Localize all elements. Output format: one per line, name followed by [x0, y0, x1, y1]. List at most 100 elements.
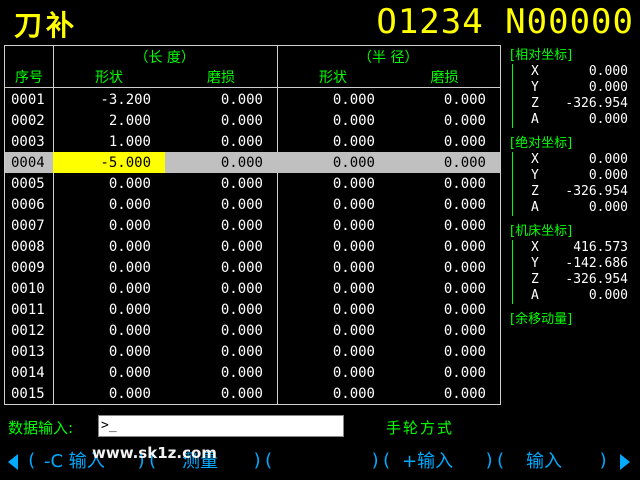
radius-shape-cell[interactable]: 0.000 [277, 110, 389, 131]
abs-x-value: 0.000 [588, 152, 628, 167]
length-shape-cell[interactable]: -3.200 [53, 89, 165, 110]
length-shape-cell[interactable]: 0.000 [53, 278, 165, 299]
length-shape-cell[interactable]: -5.000 [53, 152, 165, 173]
radius-wear-cell[interactable]: 0.000 [389, 173, 500, 194]
length-shape-cell[interactable]: 0.000 [53, 299, 165, 320]
offset-index-cell: 0005 [11, 175, 45, 192]
radius-wear-cell[interactable]: 0.000 [389, 194, 500, 215]
radius-shape-cell[interactable]: 0.000 [277, 236, 389, 257]
abs-z-value: -326.954 [565, 184, 628, 199]
softkey-input[interactable]: 输入 [526, 448, 562, 476]
radius-shape-cell[interactable]: 0.000 [277, 362, 389, 383]
length-wear-cell[interactable]: 0.000 [165, 89, 277, 110]
machine-coords-values: X 416.573 Y -142.686 Z -326.954 A 0.000 [512, 240, 638, 304]
table-row[interactable]: 0010 0.000 0.000 0.000 0.000 [5, 278, 500, 299]
table-row[interactable]: 0014 0.000 0.000 0.000 0.000 [5, 362, 500, 383]
table-row[interactable]: 0002 2.000 0.000 0.000 0.000 [5, 110, 500, 131]
length-wear-cell[interactable]: 0.000 [165, 110, 277, 131]
table-row[interactable]: 0001 -3.200 0.000 0.000 0.000 [5, 89, 500, 110]
table-row[interactable]: 0003 1.000 0.000 0.000 0.000 [5, 131, 500, 152]
length-shape-cell[interactable]: 0.000 [53, 173, 165, 194]
table-row[interactable]: 0008 0.000 0.000 0.000 0.000 [5, 236, 500, 257]
table-row[interactable]: 0015 0.000 0.000 0.000 0.000 [5, 383, 500, 404]
radius-wear-cell[interactable]: 0.000 [389, 383, 500, 404]
length-shape-cell[interactable]: 0.000 [53, 215, 165, 236]
radius-shape-cell[interactable]: 0.000 [277, 278, 389, 299]
group-radius-header: （半 径） [358, 49, 419, 66]
mach-z-value: -326.954 [565, 272, 628, 287]
table-row[interactable]: 0007 0.000 0.000 0.000 0.000 [5, 215, 500, 236]
length-wear-cell[interactable]: 0.000 [165, 257, 277, 278]
length-wear-cell[interactable]: 0.000 [165, 362, 277, 383]
table-row[interactable]: 0006 0.000 0.000 0.000 0.000 [5, 194, 500, 215]
table-row[interactable]: 0005 0.000 0.000 0.000 0.000 [5, 173, 500, 194]
radius-shape-cell[interactable]: 0.000 [277, 383, 389, 404]
rel-a-value: 0.000 [588, 112, 628, 127]
table-row-selected[interactable]: 0004 -5.000 0.000 0.000 0.000 [5, 152, 500, 173]
radius-shape-cell[interactable]: 0.000 [277, 341, 389, 362]
length-shape-cell[interactable]: 0.000 [53, 320, 165, 341]
length-shape-cell[interactable]: 0.000 [53, 362, 165, 383]
table-row[interactable]: 0012 0.000 0.000 0.000 0.000 [5, 320, 500, 341]
col-wear-header: 磨损 [207, 70, 235, 86]
length-shape-cell[interactable]: 0.000 [53, 236, 165, 257]
softkey-bracket-icon: ( [26, 450, 37, 471]
radius-shape-cell[interactable]: 0.000 [277, 299, 389, 320]
radius-shape-cell[interactable]: 0.000 [277, 215, 389, 236]
data-input-field[interactable]: >_ [98, 415, 344, 437]
length-wear-cell[interactable]: 0.000 [165, 152, 277, 173]
relative-coords-values: X 0.000 Y 0.000 Z -326.954 A 0.000 [512, 64, 638, 128]
radius-wear-cell[interactable]: 0.000 [389, 362, 500, 383]
radius-shape-cell[interactable]: 0.000 [277, 89, 389, 110]
length-wear-cell[interactable]: 0.000 [165, 236, 277, 257]
length-shape-cell[interactable]: 0.000 [53, 194, 165, 215]
absolute-coords-values: X 0.000 Y 0.000 Z -326.954 A 0.000 [512, 152, 638, 216]
radius-wear-cell[interactable]: 0.000 [389, 299, 500, 320]
radius-wear-cell[interactable]: 0.000 [389, 215, 500, 236]
next-page-arrow-icon[interactable] [620, 454, 630, 470]
offset-index-cell: 0004 [11, 154, 45, 171]
radius-shape-cell[interactable]: 0.000 [277, 320, 389, 341]
offset-index-cell: 0011 [11, 301, 45, 318]
radius-wear-cell[interactable]: 0.000 [389, 278, 500, 299]
mach-a-value: 0.000 [588, 288, 628, 303]
radius-wear-cell[interactable]: 0.000 [389, 236, 500, 257]
radius-wear-cell[interactable]: 0.000 [389, 341, 500, 362]
length-wear-cell[interactable]: 0.000 [165, 320, 277, 341]
length-wear-cell[interactable]: 0.000 [165, 194, 277, 215]
length-wear-cell[interactable]: 0.000 [165, 215, 277, 236]
softkey-bracket-icon: )( [252, 450, 274, 471]
length-wear-cell[interactable]: 0.000 [165, 341, 277, 362]
length-shape-cell[interactable]: 0.000 [53, 341, 165, 362]
length-wear-cell[interactable]: 0.000 [165, 278, 277, 299]
prev-page-arrow-icon[interactable] [8, 454, 18, 470]
mach-x-value: 416.573 [573, 240, 628, 255]
table-row[interactable]: 0013 0.000 0.000 0.000 0.000 [5, 341, 500, 362]
radius-wear-cell[interactable]: 0.000 [389, 320, 500, 341]
radius-shape-cell[interactable]: 0.000 [277, 173, 389, 194]
radius-wear-cell[interactable]: 0.000 [389, 152, 500, 173]
length-shape-cell[interactable]: 0.000 [53, 383, 165, 404]
length-shape-cell[interactable]: 1.000 [53, 131, 165, 152]
remaining-move-title: [余移动量] [510, 312, 573, 327]
mach-y-value: -142.686 [565, 256, 628, 271]
radius-wear-cell[interactable]: 0.000 [389, 89, 500, 110]
radius-shape-cell[interactable]: 0.000 [277, 152, 389, 173]
length-shape-cell[interactable]: 0.000 [53, 257, 165, 278]
radius-shape-cell[interactable]: 0.000 [277, 194, 389, 215]
radius-shape-cell[interactable]: 0.000 [277, 257, 389, 278]
table-row[interactable]: 0011 0.000 0.000 0.000 0.000 [5, 299, 500, 320]
length-wear-cell[interactable]: 0.000 [165, 131, 277, 152]
radius-wear-cell[interactable]: 0.000 [389, 131, 500, 152]
length-wear-cell[interactable]: 0.000 [165, 383, 277, 404]
table-row[interactable]: 0009 0.000 0.000 0.000 0.000 [5, 257, 500, 278]
radius-wear-cell[interactable]: 0.000 [389, 110, 500, 131]
offset-index-cell: 0015 [11, 385, 45, 402]
length-wear-cell[interactable]: 0.000 [165, 173, 277, 194]
softkey-plus-input[interactable]: +输入 [402, 448, 453, 476]
offset-index-cell: 0001 [11, 91, 45, 108]
radius-shape-cell[interactable]: 0.000 [277, 131, 389, 152]
length-shape-cell[interactable]: 2.000 [53, 110, 165, 131]
radius-wear-cell[interactable]: 0.000 [389, 257, 500, 278]
length-wear-cell[interactable]: 0.000 [165, 299, 277, 320]
